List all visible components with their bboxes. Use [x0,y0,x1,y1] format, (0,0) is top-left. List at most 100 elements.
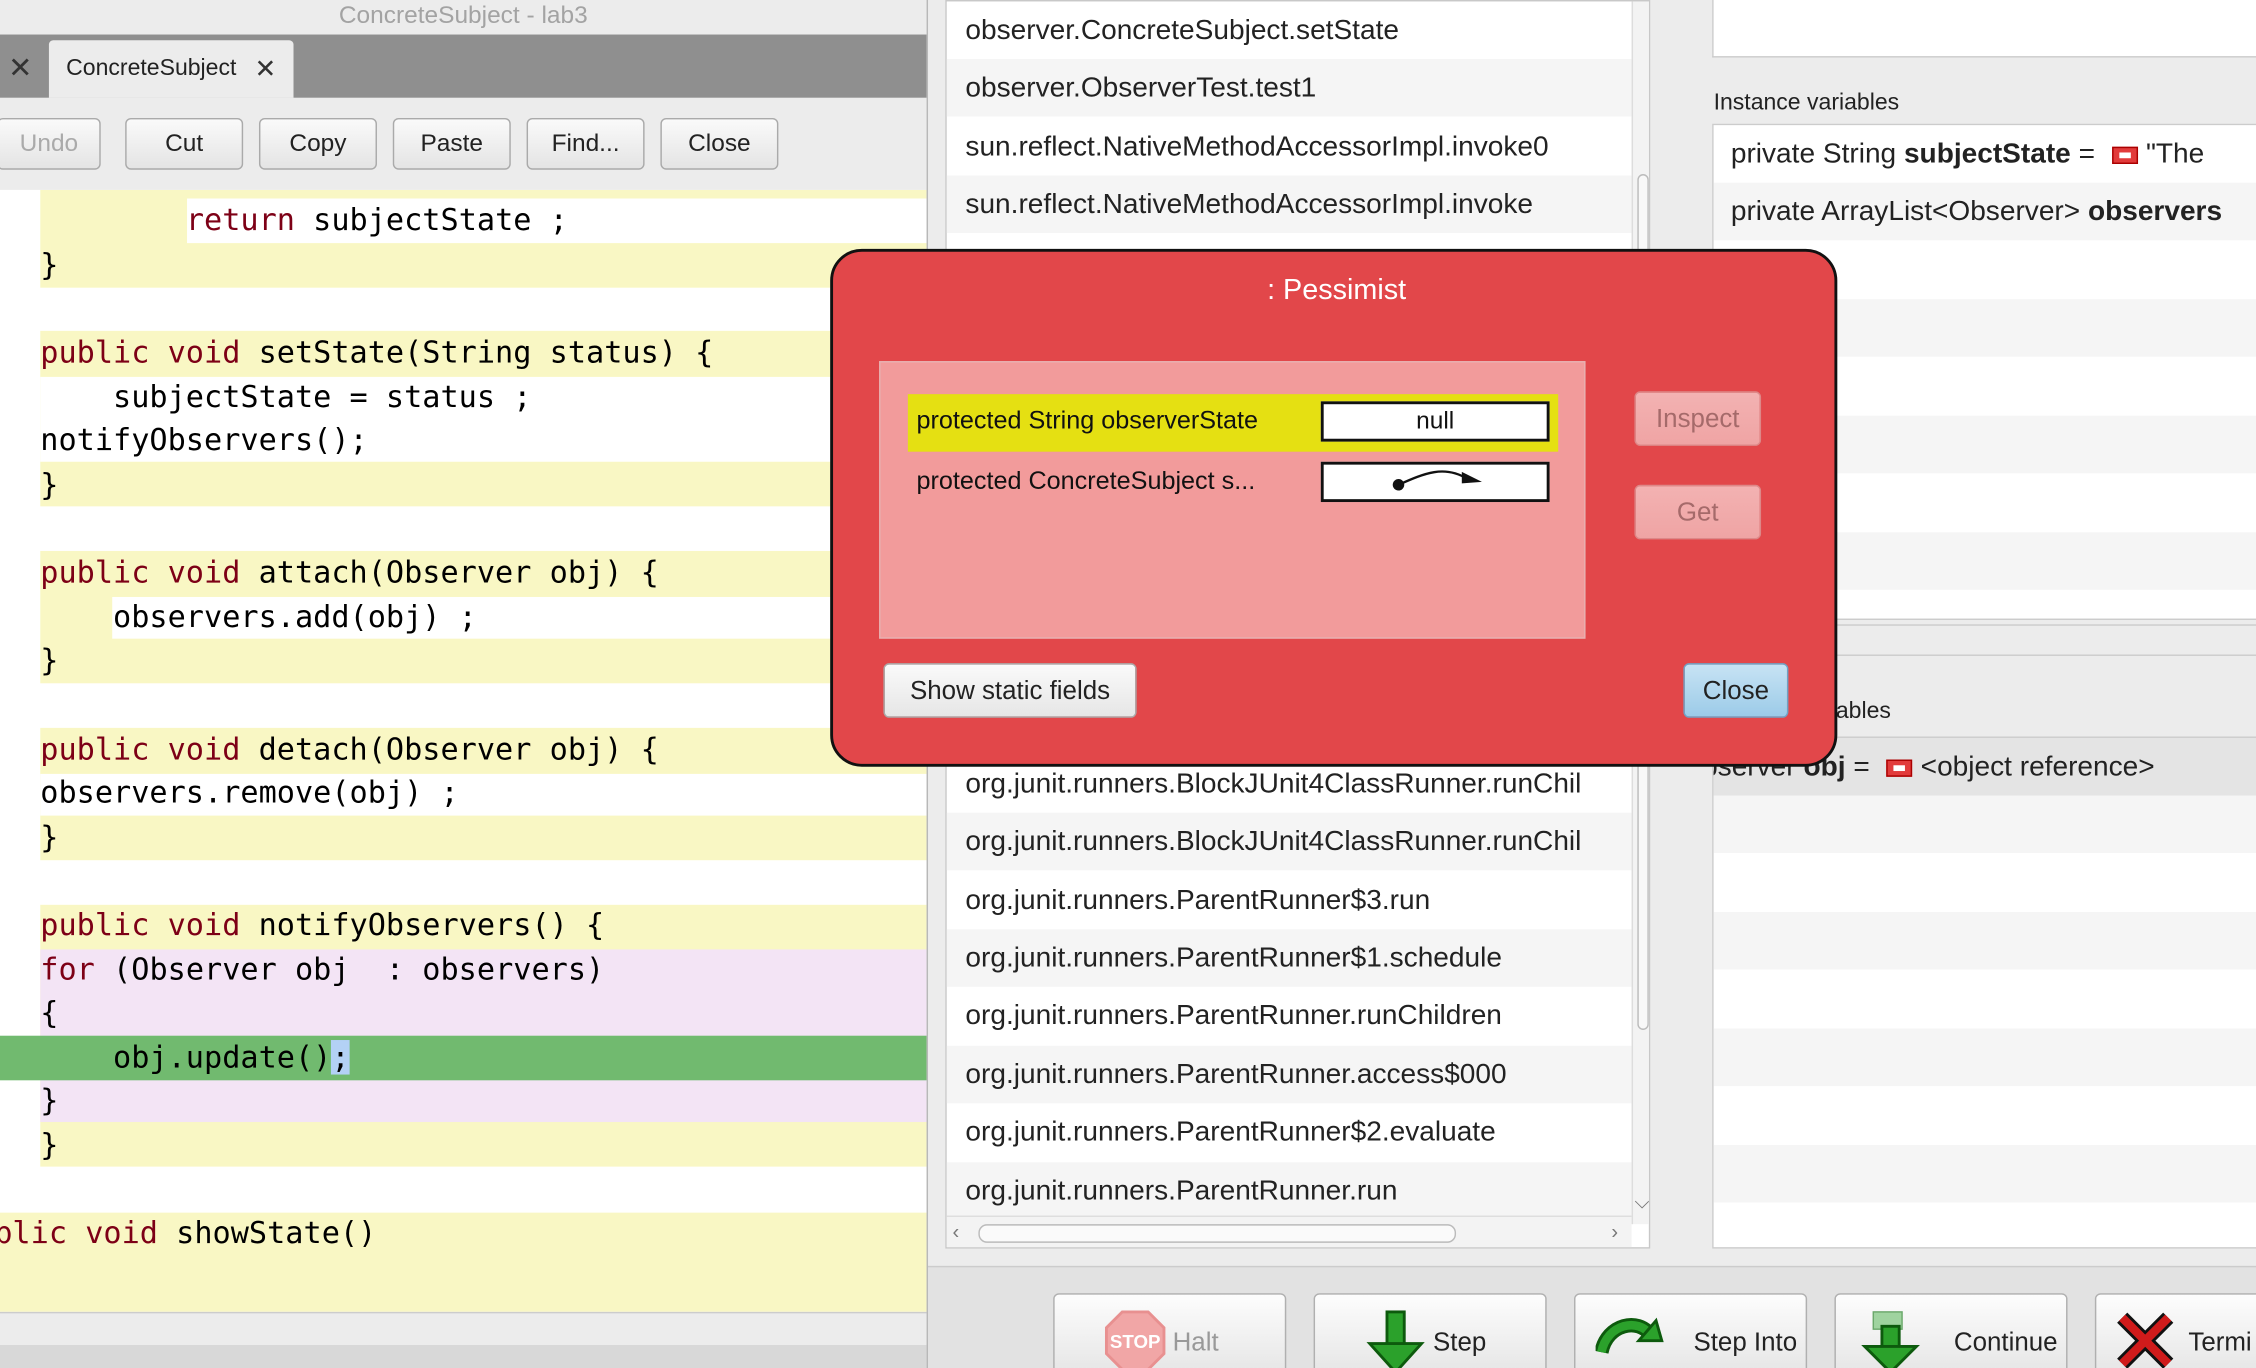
step-button[interactable]: Step [1313,1293,1547,1368]
code-line[interactable] [40,288,926,332]
object-inspector-dialog: : Pessimist protected String observerSta… [830,248,1838,767]
variable-row[interactable]: private String subjectState = "The [1714,125,2256,183]
copy-button[interactable]: Copy [258,117,377,170]
window-title: ConcreteSubject - lab3 [338,1,588,29]
code-line[interactable] [40,508,926,552]
halt-button[interactable]: STOP Halt [1053,1293,1287,1368]
code-line[interactable]: observers.remove(obj) ; [40,771,926,815]
show-static-fields-button[interactable]: Show static fields [883,663,1137,718]
local-variables-list[interactable]: bserver obj = <object reference> [1712,736,2256,1249]
inspect-button[interactable]: Inspect [1634,391,1762,446]
empty-row [1714,1203,2256,1247]
code-line[interactable]: return subjectState ; [40,199,926,243]
empty-row [1714,854,2256,912]
tab-concretesubject[interactable]: ConcreteSubject ✕ [48,40,294,98]
tab-strip: ✕ ConcreteSubject ✕ [0,34,927,98]
scroll-left-icon[interactable]: ‹ [952,1220,959,1243]
halt-label: Halt [1172,1327,1219,1357]
stack-frame[interactable]: org.junit.runners.ParentRunner.runChildr… [947,987,1632,1045]
continue-label: Continue [1953,1327,2058,1357]
code-line[interactable]: } [40,1123,926,1167]
stack-frame[interactable]: org.junit.runners.ParentRunner.run [946,1162,1632,1221]
continue-icon [1861,1311,1920,1368]
code-line[interactable] [40,683,926,727]
field-value[interactable]: null [1320,401,1550,442]
scroll-down-icon[interactable]: ⌵ [1634,1190,1648,1214]
step-into-button[interactable]: Step Into [1574,1293,1808,1368]
undo-button[interactable]: Undo [0,117,101,170]
code-line[interactable]: obj.update(); [40,1036,926,1080]
empty-row [1713,912,2256,970]
stack-frame[interactable]: org.junit.runners.ParentRunner$2.evaluat… [947,1103,1632,1161]
code-line[interactable]: for (Observer obj : observers) [40,948,926,992]
scroll-thumb[interactable] [978,1224,1457,1243]
terminate-x-icon [2117,1312,2174,1368]
code-line[interactable]: } [40,463,926,507]
stack-frame[interactable]: observer.ObserverTest.test1 [946,58,1632,118]
continue-button[interactable]: Continue [1834,1293,2068,1368]
paste-button[interactable]: Paste [392,117,511,170]
close-tab-icon[interactable]: ✕ [0,43,40,98]
stack-frame[interactable]: org.junit.runners.BlockJUnit4ClassRunner… [946,812,1632,871]
scroll-right-icon[interactable]: › [1611,1220,1618,1243]
code-line[interactable]: } [40,243,926,287]
instance-variables-label: Instance variables [1713,90,1900,116]
static-variables-list[interactable] [1712,0,2256,58]
field-label: protected ConcreteSubject s... [916,466,1256,495]
code-line[interactable] [40,860,926,904]
step-arrow-icon [1366,1310,1425,1368]
stack-frame[interactable]: org.junit.runners.ParentRunner.access$00… [946,1045,1632,1104]
variable-row[interactable]: private ArrayList<Observer> observers [1713,183,2256,241]
get-button[interactable]: Get [1634,484,1762,540]
code-line[interactable]: } [40,1079,926,1123]
fields-list: protected String observerState null prot… [879,361,1586,639]
editor-status-area [0,1311,927,1368]
dialog-title: : Pessimist [1267,274,1407,307]
code-line[interactable]: public void attach(Observer obj) { [40,551,926,595]
code-line[interactable]: { [40,991,926,1035]
field-row-subject[interactable]: protected ConcreteSubject s... [908,455,1558,513]
step-into-label: Step Into [1693,1327,1798,1357]
code-line[interactable]: observers.add(obj) ; [40,596,926,640]
empty-row [1713,1028,2256,1087]
tab-label: ConcreteSubject [66,56,237,81]
editor-window: ConcreteSubject - lab3 ✕ ConcreteSubject… [0,0,927,1368]
selected-semicolon: ; [331,1040,350,1075]
stack-frame[interactable]: org.junit.runners.ParentRunner$1.schedul… [946,929,1632,988]
object-reference-arrow-icon [1392,470,1482,491]
field-row-observerstate[interactable]: protected String observerState null [907,394,1559,452]
code-line[interactable]: } [40,816,926,860]
field-label: protected String observerState [916,405,1259,435]
object-flag-icon [1886,759,1913,777]
stack-frame[interactable]: sun.reflect.NativeMethodAccessorImpl.inv… [947,118,1632,176]
cut-button[interactable]: Cut [125,117,244,170]
step-into-icon [1595,1317,1664,1355]
code-editor[interactable]: return subjectState ;} public void setSta… [0,189,927,1312]
terminate-button[interactable]: Termi [2094,1293,2256,1368]
code-line[interactable]: public void notifyObservers() { [40,903,926,947]
code-line[interactable]: blic void showState() [0,1211,921,1255]
object-reference-value[interactable] [1320,461,1550,503]
code-line[interactable]: subjectState = status ; [40,375,926,419]
terminate-label: Termi [2188,1327,2252,1357]
editor-toolbar: Undo Cut Copy Paste Find... Close [0,97,927,190]
stack-frame[interactable]: org.junit.runners.ParentRunner$3.run [947,872,1632,930]
close-button[interactable]: Close [660,117,779,170]
code-line[interactable]: public void setState(String status) { [40,331,926,375]
svg-text:STOP: STOP [1110,1331,1161,1352]
code-line[interactable]: public void detach(Observer obj) { [40,728,926,772]
empty-row [1713,1144,2256,1203]
code-line[interactable] [40,1168,926,1212]
find-button[interactable]: Find... [526,117,645,170]
code-line[interactable]: } [40,639,926,683]
stack-frame[interactable]: observer.ConcreteSubject.setState [947,1,1632,59]
step-label: Step [1433,1327,1487,1357]
empty-row [1713,796,2256,854]
horizontal-scrollbar[interactable]: ‹ › [946,1215,1632,1248]
close-icon[interactable]: ✕ [255,40,277,98]
stack-frame[interactable]: sun.reflect.NativeMethodAccessorImpl.inv… [946,175,1632,234]
debugger-controls: STOP Halt Step Step Into Continue Termi [928,1265,2256,1368]
close-button[interactable]: Close [1683,663,1789,718]
empty-row [1714,970,2256,1028]
code-line[interactable]: notifyObservers(); [40,419,926,463]
